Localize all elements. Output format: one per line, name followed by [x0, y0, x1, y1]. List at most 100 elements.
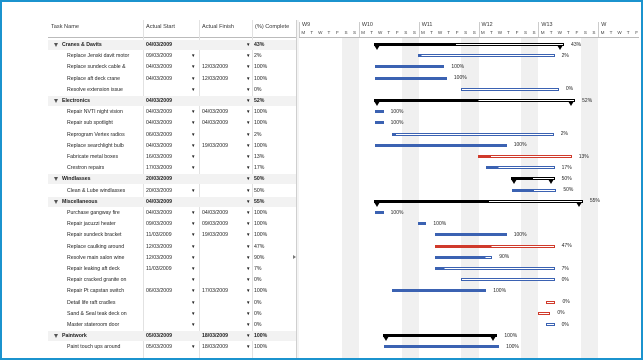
- task-bar[interactable]: [477, 155, 572, 158]
- collapse-triangle-icon[interactable]: [54, 334, 58, 339]
- percent-complete[interactable]: 100%: [254, 286, 284, 296]
- finish-dropdown-icon[interactable]: ▼: [246, 130, 252, 140]
- actual-start[interactable]: 04/03/2009: [146, 74, 186, 84]
- task-row[interactable]: Fabricate metal boxes 16/03/2009 13% ▼ ▼: [48, 152, 296, 162]
- finish-dropdown-icon[interactable]: ▼: [246, 85, 252, 95]
- task-row[interactable]: Replace aft deck crane 04/03/2009 12/03/20…: [48, 74, 296, 84]
- finish-dropdown-icon[interactable]: ▼: [246, 320, 252, 330]
- start-dropdown-icon[interactable]: ▼: [191, 118, 197, 128]
- actual-finish[interactable]: [202, 174, 242, 184]
- finish-dropdown-icon[interactable]: ▼: [246, 230, 252, 240]
- task-row[interactable]: Repair leaking aft deck 11/03/2009 7% ▼ ▼: [48, 264, 296, 274]
- start-dropdown-icon[interactable]: ▼: [191, 130, 197, 140]
- task-name[interactable]: Paintwork: [62, 331, 154, 341]
- actual-start[interactable]: 09/03/2009: [146, 219, 186, 229]
- actual-finish[interactable]: [202, 264, 242, 274]
- percent-complete[interactable]: 90%: [254, 253, 284, 263]
- task-name[interactable]: Repair leaking aft deck: [67, 264, 143, 274]
- task-bar[interactable]: [546, 323, 555, 326]
- task-name[interactable]: Purchase gangway fire: [67, 208, 143, 218]
- actual-finish[interactable]: 19/03/2009: [202, 230, 242, 240]
- finish-dropdown-icon[interactable]: ▼: [246, 96, 252, 106]
- actual-finish[interactable]: [202, 186, 242, 196]
- task-name[interactable]: Replace Jenski davit motor: [67, 51, 143, 61]
- summary-bar[interactable]: [374, 99, 576, 102]
- finish-dropdown-icon[interactable]: ▼: [246, 152, 252, 162]
- percent-complete[interactable]: 100%: [254, 219, 284, 229]
- task-name[interactable]: Repair cracked granite on: [67, 275, 143, 285]
- task-bar[interactable]: [375, 143, 507, 147]
- task-name[interactable]: Miscellaneous: [62, 197, 154, 207]
- actual-finish[interactable]: [202, 96, 242, 106]
- task-bar[interactable]: [537, 311, 551, 315]
- percent-complete[interactable]: 13%: [254, 152, 284, 162]
- column-header-actual-finish[interactable]: Actual Finish: [199, 20, 234, 37]
- task-name[interactable]: Repair jacuzzi heater: [67, 219, 143, 229]
- task-bar[interactable]: [460, 87, 559, 91]
- actual-finish[interactable]: [202, 40, 242, 50]
- task-row[interactable]: Repair cracked granite on 0% ▼ ▼: [48, 275, 296, 285]
- actual-finish[interactable]: 12/03/2009: [202, 74, 242, 84]
- task-name[interactable]: Clean & Lube windlasses: [67, 186, 143, 196]
- actual-finish[interactable]: 18/03/2009: [202, 331, 242, 341]
- task-row[interactable]: Paint touch ups around 05/03/2009 18/03/20…: [48, 342, 296, 352]
- actual-finish[interactable]: [202, 152, 242, 162]
- finish-dropdown-icon[interactable]: ▼: [246, 298, 252, 308]
- summary-task-row[interactable]: Cranes & Davits 04/03/2009 43% ▼: [48, 40, 296, 50]
- percent-complete[interactable]: 100%: [254, 62, 284, 72]
- actual-finish[interactable]: [202, 298, 242, 308]
- task-bar[interactable]: [375, 65, 445, 69]
- percent-complete[interactable]: 100%: [254, 118, 284, 128]
- finish-dropdown-icon[interactable]: ▼: [246, 62, 252, 72]
- start-dropdown-icon[interactable]: ▼: [191, 107, 197, 117]
- task-name[interactable]: Crestron repairs: [67, 163, 143, 173]
- summary-bar[interactable]: [374, 43, 565, 46]
- task-row[interactable]: Purchase gangway fire 04/03/2009 04/03/200…: [48, 208, 296, 218]
- percent-complete[interactable]: 0%: [254, 320, 284, 330]
- finish-dropdown-icon[interactable]: ▼: [246, 253, 252, 263]
- task-bar[interactable]: [434, 255, 493, 259]
- task-name[interactable]: Detail life raft cradles: [67, 298, 143, 308]
- actual-finish[interactable]: 09/03/2009: [202, 219, 242, 229]
- start-dropdown-icon[interactable]: ▼: [191, 141, 197, 151]
- task-row[interactable]: Master stateroom door 0% ▼ ▼: [48, 320, 296, 330]
- task-name[interactable]: Resolve extension issue: [67, 85, 143, 95]
- task-bar[interactable]: [511, 188, 557, 192]
- task-name[interactable]: Replace sundeck cable &: [67, 62, 143, 72]
- finish-dropdown-icon[interactable]: ▼: [246, 107, 252, 117]
- actual-start[interactable]: 20/03/2009: [146, 186, 186, 196]
- start-dropdown-icon[interactable]: ▼: [191, 51, 197, 61]
- percent-complete[interactable]: 0%: [254, 309, 284, 319]
- actual-start[interactable]: 20/03/2009: [146, 174, 186, 184]
- actual-start[interactable]: 04/03/2009: [146, 197, 186, 207]
- task-name[interactable]: Reprogram Vertex radios: [67, 130, 143, 140]
- finish-dropdown-icon[interactable]: ▼: [246, 219, 252, 229]
- percent-complete[interactable]: 2%: [254, 130, 284, 140]
- percent-complete[interactable]: 17%: [254, 163, 284, 173]
- percent-complete[interactable]: 0%: [254, 85, 284, 95]
- finish-dropdown-icon[interactable]: ▼: [246, 40, 252, 50]
- task-bar[interactable]: [434, 244, 555, 248]
- percent-complete[interactable]: 50%: [254, 174, 284, 184]
- task-row[interactable]: Detail life raft cradles 0% ▼ ▼: [48, 298, 296, 308]
- task-name[interactable]: Fabricate metal boxes: [67, 152, 143, 162]
- task-bar[interactable]: [375, 76, 447, 80]
- actual-start[interactable]: [146, 320, 186, 330]
- task-row[interactable]: Replace searchlight bulb 04/03/2009 19/03/…: [48, 141, 296, 151]
- summary-bar[interactable]: [374, 199, 583, 203]
- actual-start[interactable]: 06/03/2009: [146, 286, 186, 296]
- task-name[interactable]: Replace caulking around: [67, 242, 143, 252]
- task-name[interactable]: Sand & Seal teak deck on: [67, 309, 143, 319]
- finish-dropdown-icon[interactable]: ▼: [246, 208, 252, 218]
- percent-complete[interactable]: 100%: [254, 141, 284, 151]
- task-name[interactable]: Repair NVTI night vision: [67, 107, 143, 117]
- task-row[interactable]: Clean & Lube windlasses 20/03/2009 50% ▼ ▼: [48, 186, 296, 196]
- start-dropdown-icon[interactable]: ▼: [191, 163, 197, 173]
- task-row[interactable]: Resolve extension issue 0% ▼ ▼: [48, 85, 296, 95]
- actual-finish[interactable]: 17/03/2009: [202, 286, 242, 296]
- start-dropdown-icon[interactable]: ▼: [191, 342, 197, 352]
- task-row[interactable]: Sand & Seal teak deck on 0% ▼ ▼: [48, 309, 296, 319]
- actual-finish[interactable]: [202, 130, 242, 140]
- finish-dropdown-icon[interactable]: ▼: [246, 186, 252, 196]
- start-dropdown-icon[interactable]: ▼: [191, 219, 197, 229]
